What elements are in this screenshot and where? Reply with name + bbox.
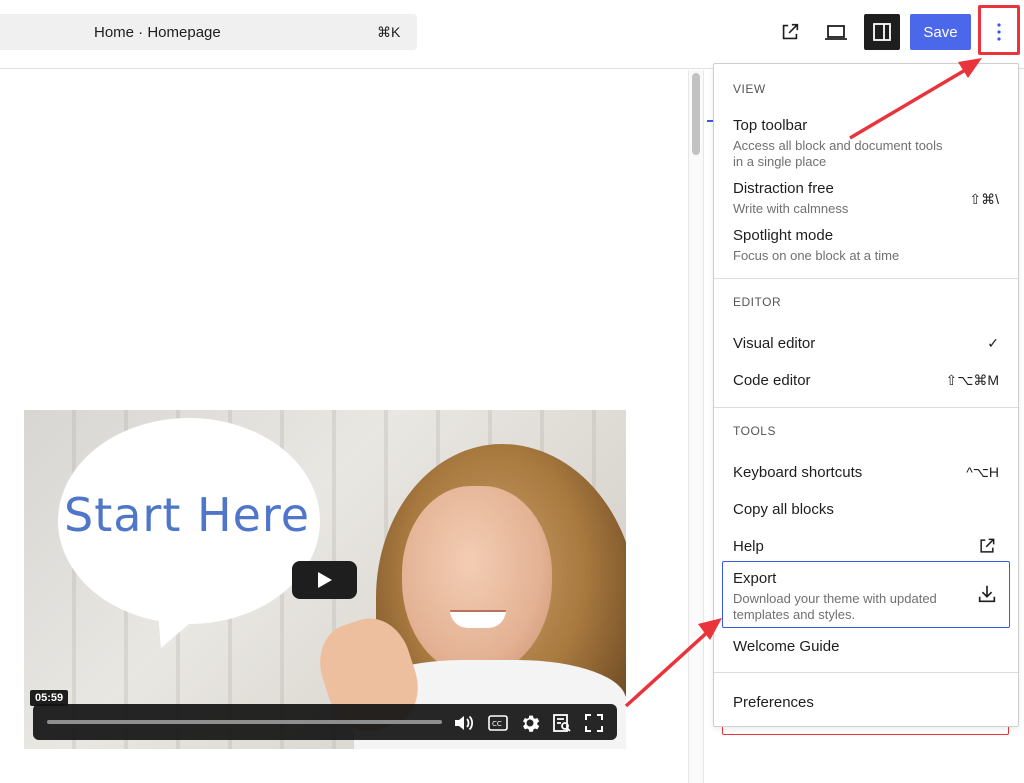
device-preview-button[interactable] <box>818 14 854 50</box>
video-progress-bar[interactable] <box>47 720 442 724</box>
menu-item-shortcut: ⇧⌥⌘M <box>945 372 999 388</box>
external-view-icon <box>782 23 799 40</box>
menu-group-tools: TOOLS Keyboard shortcuts ^⌥H Copy all bl… <box>714 407 1018 672</box>
menu-item-keyboard-shortcuts[interactable]: Keyboard shortcuts <box>733 464 862 481</box>
menu-item-visual-editor[interactable]: Visual editor <box>733 335 815 352</box>
play-button[interactable] <box>292 561 357 599</box>
video-controls-bar: CC <box>33 704 617 740</box>
settings-gear-icon <box>523 715 540 732</box>
menu-item-description: Focus on one block at a time <box>733 248 900 263</box>
more-vertical-icon <box>997 23 1001 41</box>
closed-captions-icon: CC <box>488 715 508 731</box>
watch-on-youtube-button[interactable] <box>551 712 573 734</box>
canvas-scrollbar[interactable] <box>688 70 704 783</box>
menu-item-top-toolbar[interactable]: Top toolbar <box>733 117 807 134</box>
menu-item-help[interactable]: Help <box>733 538 764 555</box>
document-title[interactable]: Home · Homepage <box>94 24 221 41</box>
watch-later-icon <box>553 714 571 732</box>
scrollbar-thumb[interactable] <box>692 73 700 155</box>
thumbnail-person-face <box>402 486 552 676</box>
command-palette-shortcut: ⌘K <box>377 24 401 40</box>
menu-item-spotlight-mode[interactable]: Spotlight mode <box>733 227 833 244</box>
menu-item-shortcut: ^⌥H <box>966 464 999 480</box>
play-icon <box>317 572 332 588</box>
menu-group-view: VIEW Top toolbar Access all block and do… <box>714 64 1018 278</box>
fullscreen-icon <box>585 714 603 732</box>
menu-item-welcome-guide[interactable]: Welcome Guide <box>733 638 839 655</box>
volume-icon <box>455 715 474 731</box>
captions-button[interactable]: CC <box>487 712 509 734</box>
save-button[interactable]: Save <box>910 14 971 50</box>
menu-item-code-editor[interactable]: Code editor <box>733 372 811 389</box>
volume-button[interactable] <box>453 712 475 734</box>
menu-item-preferences[interactable]: Preferences <box>733 694 814 711</box>
settings-panel-icon <box>873 23 891 41</box>
menu-item-description: Access all block and document tools in a… <box>733 138 943 169</box>
menu-item-distraction-free[interactable]: Distraction free <box>733 180 834 197</box>
menu-item-shortcut: ⇧⌘\ <box>969 191 999 207</box>
menu-item-copy-all-blocks[interactable]: Copy all blocks <box>733 501 834 518</box>
video-overlay-text: Start Here <box>64 488 311 542</box>
menu-group-preferences: Preferences <box>714 672 1018 728</box>
sidebar-notice-outline <box>722 727 1009 735</box>
desktop-device-icon <box>825 25 847 40</box>
options-dropdown-menu: VIEW Top toolbar Access all block and do… <box>713 63 1019 727</box>
checkmark-icon: ✓ <box>987 335 999 351</box>
menu-group-label: TOOLS <box>733 424 776 438</box>
svg-text:CC: CC <box>492 720 502 728</box>
settings-button[interactable] <box>519 712 541 734</box>
view-site-button[interactable] <box>772 14 808 50</box>
fullscreen-button[interactable] <box>583 712 605 734</box>
menu-group-label: VIEW <box>733 82 766 96</box>
settings-panel-button[interactable] <box>864 14 900 50</box>
export-focus-outline <box>722 561 1010 628</box>
menu-item-description: Write with calmness <box>733 201 849 216</box>
video-embed[interactable]: Start Here 05:59 CC <box>24 410 626 749</box>
options-menu-button[interactable] <box>981 14 1017 50</box>
editor-header: Home · Homepage ⌘K Save <box>0 0 1024 69</box>
menu-group-label: EDITOR <box>733 295 782 309</box>
speech-bubble-tail <box>146 600 218 648</box>
external-link-icon <box>975 534 999 558</box>
menu-group-editor: EDITOR Visual editor ✓ Code editor ⇧⌥⌘M <box>714 278 1018 407</box>
